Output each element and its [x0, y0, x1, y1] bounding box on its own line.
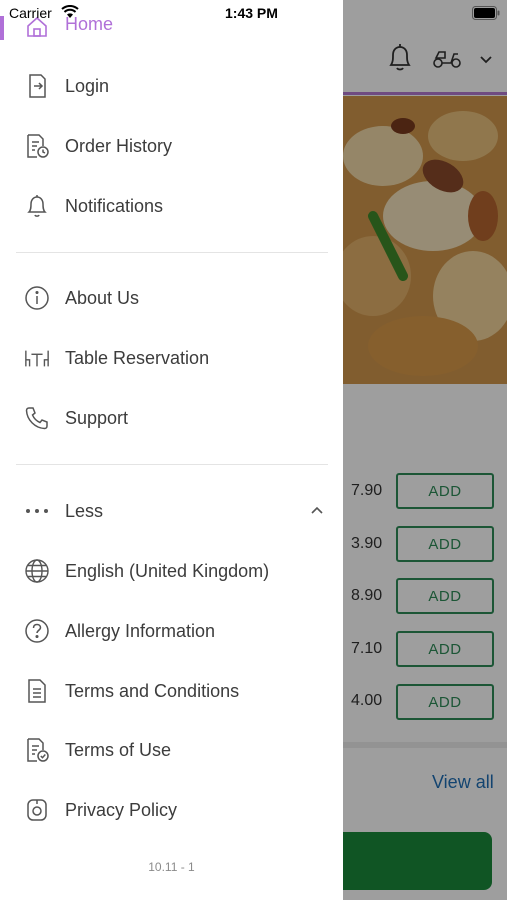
menu-item-allergy-information[interactable]: Allergy Information [0, 603, 343, 659]
receipt-clock-icon [24, 133, 50, 159]
menu-label-terms-of-use: Terms of Use [65, 739, 172, 760]
table-chairs-icon [24, 345, 50, 371]
document-check-icon [24, 737, 50, 763]
menu-item-less[interactable]: Less [0, 483, 343, 539]
menu-separator [16, 464, 328, 465]
menu-item-terms-of-use[interactable]: Terms of Use [0, 722, 343, 778]
menu-item-support[interactable]: Support [0, 390, 343, 446]
menu-item-login[interactable]: Login [0, 58, 343, 114]
menu-item-terms-and-conditions[interactable]: Terms and Conditions [0, 663, 343, 719]
menu-label-about-us: About Us [65, 287, 140, 308]
menu-item-about-us[interactable]: About Us [0, 270, 343, 326]
login-icon [24, 73, 50, 99]
menu-label-login: Login [65, 75, 110, 96]
more-dots-icon [24, 498, 50, 524]
chevron-up-icon [310, 502, 324, 520]
battery-icon [472, 6, 500, 23]
app-version: 10.11 - 1 [148, 860, 195, 874]
phone-icon [24, 405, 50, 431]
menu-label-language: English (United Kingdom) [65, 560, 270, 581]
document-icon [24, 678, 50, 704]
menu-separator [16, 252, 328, 253]
menu-label-less: Less [65, 500, 104, 521]
menu-label-allergy-information: Allergy Information [65, 620, 216, 641]
navigation-drawer: Home Login Order History Notifications A… [0, 0, 343, 900]
menu-label-support: Support [65, 407, 129, 428]
menu-item-notifications[interactable]: Notifications [0, 178, 343, 234]
menu-label-notifications: Notifications [65, 195, 164, 216]
globe-icon [24, 558, 50, 584]
menu-label-order-history: Order History [65, 135, 173, 156]
wifi-icon [61, 5, 79, 22]
info-icon [24, 285, 50, 311]
carrier-label: Carrier [9, 5, 52, 21]
menu-item-privacy-policy[interactable]: Privacy Policy [0, 782, 343, 838]
question-circle-icon [24, 618, 50, 644]
bell-icon [24, 193, 50, 219]
menu-label-privacy-policy: Privacy Policy [65, 799, 178, 820]
status-bar: Carrier 1:43 PM [0, 0, 507, 28]
menu-item-language[interactable]: English (United Kingdom) [0, 543, 343, 599]
menu-item-order-history[interactable]: Order History [0, 118, 343, 174]
menu-label-terms-and-conditions: Terms and Conditions [65, 680, 240, 701]
privacy-icon [24, 797, 50, 823]
menu-label-table-reservation: Table Reservation [65, 347, 210, 368]
menu-item-table-reservation[interactable]: Table Reservation [0, 330, 343, 386]
clock: 1:43 PM [225, 5, 278, 21]
